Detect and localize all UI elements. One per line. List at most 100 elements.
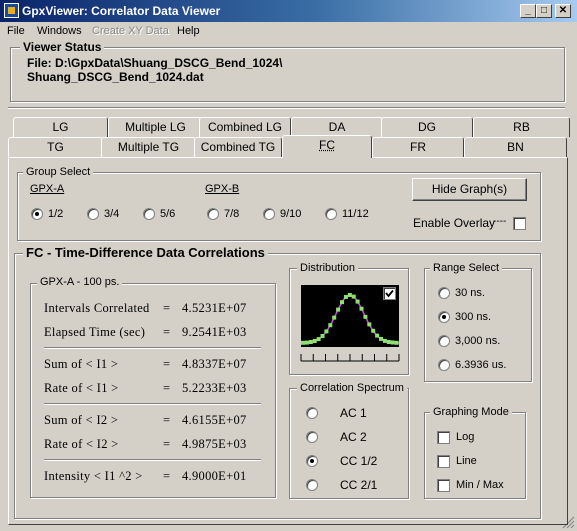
- distribution-point: [347, 293, 352, 297]
- tab-rb[interactable]: RB: [473, 117, 570, 137]
- stat-value-rate-i1: 5.2233E+03: [182, 381, 247, 395]
- stat-value-sum-i1: 4.8337E+07: [182, 357, 247, 371]
- radio-group-7-8[interactable]: [207, 208, 219, 220]
- close-button[interactable]: ✕: [555, 4, 571, 18]
- stat-eq: =: [163, 437, 171, 451]
- distribution-point: [351, 294, 356, 299]
- distribution-point: [332, 315, 337, 320]
- distribution-scale-ruler: [300, 354, 400, 362]
- radio-group-3-4[interactable]: [87, 208, 99, 220]
- stat-value-intervals-correlated: 4.5231E+07: [182, 301, 247, 315]
- distribution-point: [355, 299, 360, 304]
- distribution-point: [394, 340, 399, 345]
- window-title: GpxViewer: Correlator Data Viewer: [22, 4, 221, 18]
- distribution-point: [386, 340, 391, 344]
- tab-multiple-tg[interactable]: Multiple TG: [101, 137, 196, 157]
- group-9-10-label: 9/10: [280, 208, 302, 220]
- radio-spectrum-cc12[interactable]: [306, 455, 318, 467]
- distribution-point: [336, 307, 341, 312]
- distribution-point: [375, 333, 380, 338]
- spectrum-ac2-label: AC 2: [340, 430, 367, 444]
- file-path-line1: File: D:\GpxData\Shuang_DSCG_Bend_1024\: [27, 56, 283, 70]
- overlay-line-sample: ----: [493, 216, 507, 227]
- gpxa-stats-label: GPX-A - 100 ps.: [37, 276, 123, 288]
- correlation-spectrum-label: Correlation Spectrum: [297, 382, 407, 394]
- spectrum-ac1-label: AC 1: [340, 406, 367, 420]
- radio-range-3000ns[interactable]: [438, 335, 450, 347]
- tab-da[interactable]: DA: [291, 117, 383, 137]
- tab-fc[interactable]: FC: [282, 135, 372, 158]
- radio-group-11-12[interactable]: [325, 208, 337, 220]
- enable-overlay-checkbox[interactable]: [513, 217, 526, 230]
- app-icon[interactable]: [4, 3, 19, 18]
- stat-eq: =: [163, 357, 171, 371]
- distribution-point: [320, 334, 325, 338]
- distribution-show-checkbox[interactable]: [383, 287, 396, 300]
- radio-spectrum-ac2[interactable]: [306, 431, 318, 443]
- menu-windows[interactable]: Windows: [37, 25, 82, 37]
- group-1-2-label: 1/2: [48, 208, 64, 220]
- tab-combined-lg[interactable]: Combined LG: [199, 117, 291, 137]
- title-bar[interactable]: GpxViewer: Correlator Data Viewer _ □ ✕: [0, 0, 577, 22]
- tab-lg[interactable]: LG: [13, 117, 108, 137]
- distribution-point: [379, 336, 383, 341]
- minimize-button[interactable]: _: [520, 4, 536, 18]
- tab-tg[interactable]: TG: [8, 137, 103, 157]
- gpxb-group-label: GPX-B: [205, 183, 240, 195]
- distribution-point: [371, 328, 376, 333]
- active-tab-joiner: [283, 156, 371, 159]
- range-30ns-label: 30 ns.: [455, 287, 485, 299]
- distribution-point: [301, 340, 305, 345]
- range-3000ns-label: 3,000 ns.: [455, 335, 501, 347]
- distribution-point: [340, 300, 344, 305]
- stat-name-rate-i2: Rate of < I2 >: [44, 437, 119, 451]
- graphing-mode-label: Graphing Mode: [430, 406, 512, 418]
- tab-dg[interactable]: DG: [381, 117, 473, 137]
- radio-spectrum-ac1[interactable]: [306, 407, 318, 419]
- distribution-point: [324, 329, 329, 334]
- stat-divider: [44, 403, 261, 405]
- line-checkbox[interactable]: [437, 455, 450, 468]
- maximize-button[interactable]: □: [536, 4, 552, 18]
- file-path-line2: Shuang_DSCG_Bend_1024.dat: [27, 70, 204, 84]
- menu-create-xy-data: Create XY Data: [92, 25, 169, 37]
- tab-bn[interactable]: BN: [464, 137, 567, 157]
- distribution-label: Distribution: [297, 262, 359, 274]
- stat-value-elapsed-time: 9.2541E+03: [182, 325, 247, 339]
- min-max-checkbox[interactable]: [437, 479, 450, 492]
- menu-help[interactable]: Help: [177, 25, 200, 37]
- tab-multiple-lg[interactable]: Multiple LG: [108, 117, 203, 137]
- stat-name-sum-i2: Sum of < I2 >: [44, 413, 119, 427]
- gpxa-group-label: GPX-A: [30, 183, 65, 195]
- tab-separator: [8, 107, 565, 109]
- hide-graphs-button[interactable]: Hide Graph(s): [412, 178, 527, 201]
- radio-group-1-2[interactable]: [31, 208, 43, 220]
- enable-overlay-label: Enable Overlay: [413, 216, 496, 230]
- tab-fr[interactable]: FR: [372, 137, 464, 157]
- radio-group-9-10[interactable]: [263, 208, 275, 220]
- log-label: Log: [456, 431, 475, 443]
- viewer-status-label: Viewer Status: [20, 40, 105, 54]
- stat-eq: =: [163, 381, 171, 395]
- radio-range-300ns[interactable]: [438, 311, 450, 323]
- log-checkbox[interactable]: [437, 431, 450, 444]
- group-5-6-label: 5/6: [160, 208, 176, 220]
- menu-file[interactable]: File: [7, 25, 25, 37]
- radio-spectrum-cc21[interactable]: [306, 479, 318, 491]
- distribution-point: [308, 340, 313, 344]
- menu-bar: File Windows Create XY Data Help: [0, 22, 577, 41]
- line-label: Line: [456, 455, 477, 467]
- radio-group-5-6[interactable]: [143, 208, 155, 220]
- spectrum-cc12-label: CC 1/2: [340, 454, 378, 468]
- group-7-8-label: 7/8: [224, 208, 240, 220]
- group-3-4-label: 3/4: [104, 208, 120, 220]
- radio-range-6-3936us[interactable]: [438, 359, 450, 371]
- stat-value-sum-i2: 4.6155E+07: [182, 413, 247, 427]
- stat-name-elapsed-time: Elapsed Time (sec): [44, 325, 146, 339]
- radio-range-30ns[interactable]: [438, 287, 450, 299]
- distribution-point: [390, 340, 395, 345]
- tab-combined-tg[interactable]: Combined TG: [194, 137, 282, 157]
- distribution-point: [312, 339, 317, 343]
- range-6-3936us-label: 6.3936 us.: [455, 359, 507, 371]
- distribution-point: [359, 306, 364, 311]
